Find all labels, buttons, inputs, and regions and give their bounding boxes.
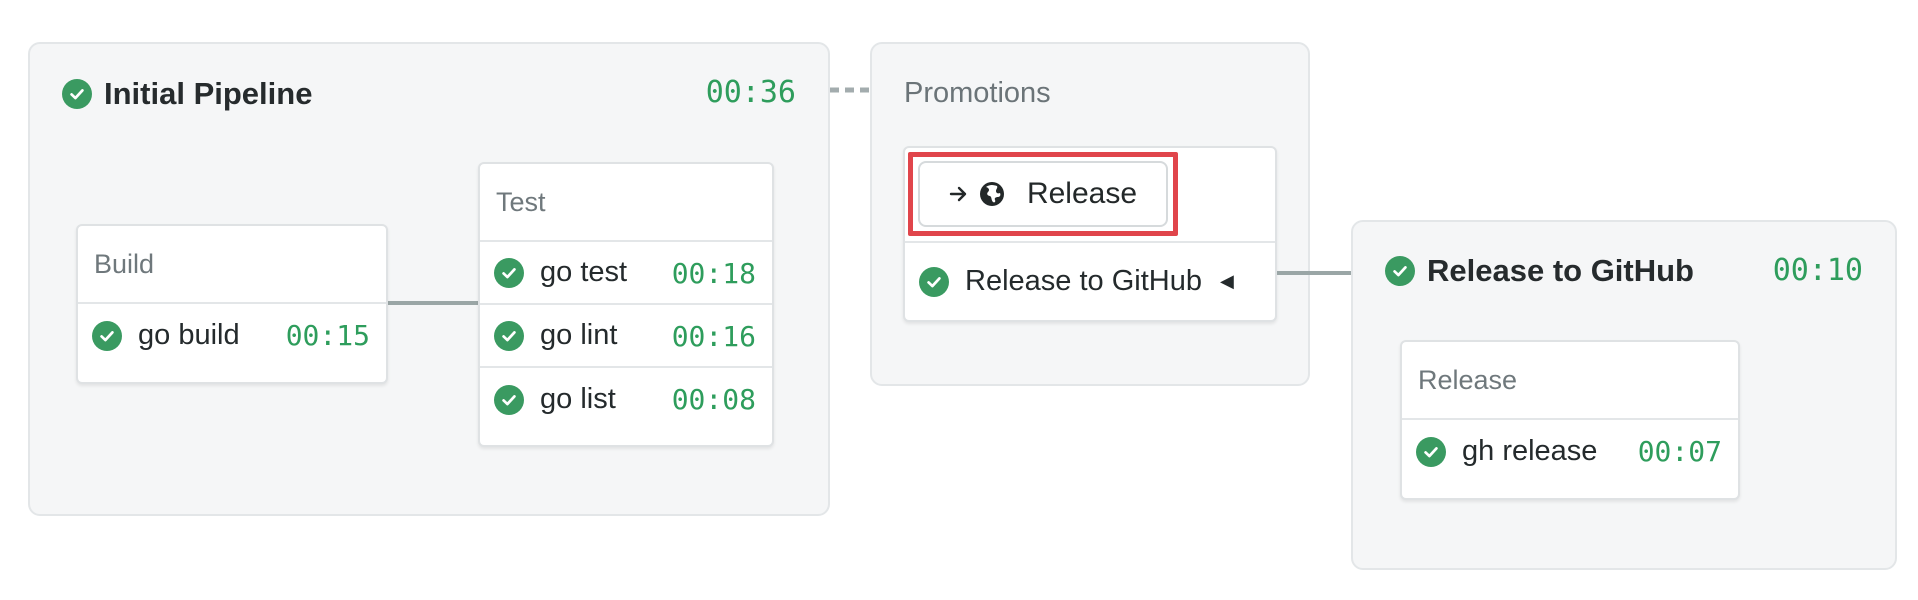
pipeline-duration: 00:10: [1772, 253, 1863, 288]
job-go-build[interactable]: go build 00:15: [78, 304, 386, 367]
check-circle-icon: [62, 79, 92, 109]
check-circle-icon: [494, 320, 524, 351]
release-pipeline-title[interactable]: Release to GitHub: [1385, 253, 1694, 289]
pipeline-title-text: Release to GitHub: [1427, 253, 1694, 288]
job-name: gh release: [1462, 435, 1598, 467]
block-name: Test: [480, 164, 772, 242]
job-duration: 00:07: [1637, 435, 1722, 468]
job-name: go build: [138, 319, 240, 351]
check-circle-icon: [494, 384, 524, 415]
check-circle-icon: [919, 266, 949, 297]
job-name: go lint: [540, 319, 618, 351]
job-name: go test: [540, 256, 628, 288]
block-build[interactable]: Build go build 00:15: [76, 224, 388, 384]
check-circle-icon: [494, 257, 524, 288]
job-duration: 00:08: [671, 383, 756, 416]
block-name: Build: [78, 226, 386, 304]
workflow-canvas: Initial Pipeline 00:36 Build go build 00…: [0, 0, 1918, 600]
promotion-name: Release to GitHub: [965, 265, 1202, 297]
initial-pipeline-title[interactable]: Initial Pipeline: [62, 76, 312, 112]
job-go-test[interactable]: go test 00:18: [480, 242, 772, 305]
job-go-lint[interactable]: go lint 00:16: [480, 305, 772, 368]
job-duration: 00:16: [671, 320, 756, 353]
triangle-left-icon: ◀: [1219, 271, 1234, 291]
promotion-dashed-connector: [830, 87, 870, 93]
job-go-list[interactable]: go list 00:08: [480, 368, 772, 431]
block-name: Release: [1402, 342, 1738, 420]
block-release[interactable]: Release gh release 00:07: [1400, 340, 1740, 500]
pipeline-duration: 00:36: [705, 75, 796, 110]
promotion-connector: [1277, 271, 1351, 275]
block-connector: [386, 301, 480, 305]
job-duration: 00:15: [285, 319, 370, 352]
check-circle-icon: [92, 320, 122, 351]
check-circle-icon: [1416, 436, 1446, 467]
check-circle-icon: [1385, 256, 1415, 286]
highlight-box: [908, 152, 1178, 236]
promotion-item-release-to-github[interactable]: Release to GitHub ◀: [905, 243, 1275, 320]
job-gh-release[interactable]: gh release 00:07: [1402, 420, 1738, 483]
job-name: go list: [540, 383, 616, 415]
job-duration: 00:18: [671, 257, 756, 290]
pipeline-title-text: Initial Pipeline: [104, 76, 313, 111]
block-test[interactable]: Test go test 00:18 go lint 00:16 go list…: [478, 162, 774, 447]
promotions-title: Promotions: [904, 77, 1051, 109]
